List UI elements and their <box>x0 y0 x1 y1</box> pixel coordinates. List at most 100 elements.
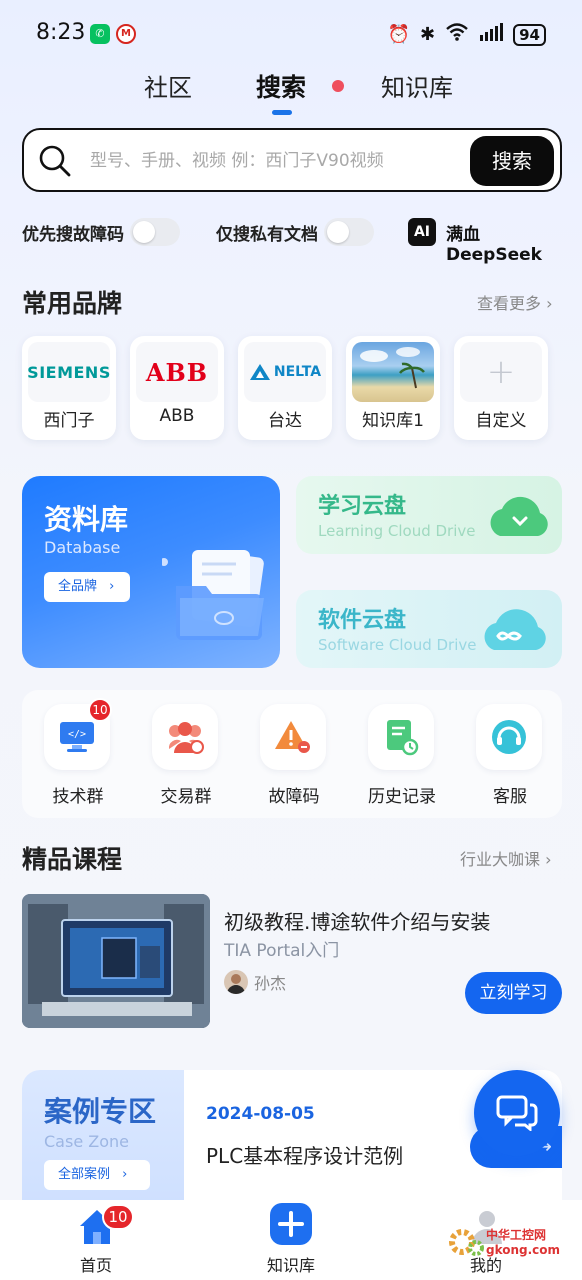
all-cases-label: 全部案例 <box>58 1167 111 1182</box>
fault-first-label: 优先搜故障码 <box>22 225 124 245</box>
brands-more-link[interactable]: 查看更多 › <box>477 290 553 314</box>
chevron-right-icon: › <box>546 294 553 313</box>
ai-icon[interactable]: AI <box>408 218 436 246</box>
nav-home[interactable]: 10 首页 <box>36 1200 156 1280</box>
all-brands-button[interactable]: 全品牌 › <box>44 572 130 602</box>
tool-label: 历史记录 <box>368 787 436 807</box>
brand-name: 西门子 <box>43 411 95 431</box>
top-tabs: 社区 搜索 知识库 <box>0 64 582 120</box>
database-title: 资料库 <box>44 503 129 536</box>
delta-logo: NELTA <box>244 342 326 402</box>
tab-knowledge-base[interactable]: 知识库 <box>381 68 453 103</box>
tool-label: 故障码 <box>268 787 320 807</box>
quick-tools: </> 10 技术群 交易群 故障码 历史记录 客服 <box>22 690 562 818</box>
database-card[interactable]: 资料库 Database 全品牌 › <box>22 476 280 668</box>
nav-knowledge-base-label: 知识库 <box>266 1256 315 1275</box>
chevron-right-icon: › <box>122 1167 128 1182</box>
search-button[interactable]: 搜索 <box>470 136 554 186</box>
learning-cloud-subtitle: Learning Cloud Drive <box>318 522 476 540</box>
delta-triangle-icon <box>249 364 270 380</box>
search-input[interactable] <box>90 144 400 178</box>
alarm-icon: ⏰ <box>387 24 411 45</box>
brands-title: 常用品牌 <box>22 289 123 318</box>
learn-now-button[interactable]: 立刻学习 <box>465 972 562 1014</box>
tab-search[interactable]: 搜索 <box>256 68 306 104</box>
nav-knowledge-base[interactable]: 知识库 <box>231 1200 351 1280</box>
bottom-nav: 10 首页 知识库 我的 中华工控网 gkong.com <box>0 1200 582 1280</box>
bank-icon: M <box>116 24 136 44</box>
green-cloud-icon <box>490 496 548 536</box>
case-zone-subtitle: Case Zone <box>44 1132 129 1151</box>
notification-dot <box>332 80 344 92</box>
deepseek-label[interactable]: 满血DeepSeek <box>446 220 562 265</box>
course-thumbnail[interactable] <box>22 894 210 1028</box>
courses-title: 精品课程 <box>22 845 123 874</box>
tool-fault-code[interactable]: 故障码 <box>246 704 342 808</box>
battery-icon: 94 <box>513 23 546 46</box>
learning-cloud-title: 学习云盘 <box>318 494 407 519</box>
case-title[interactable]: PLC基本程序设计范例 <box>206 1140 403 1169</box>
case-zone-banner: 案例专区 Case Zone 全部案例 › <box>22 1070 184 1202</box>
brand-card-knowledge-base-1[interactable]: 知识库1 <box>346 336 440 440</box>
database-subtitle: Database <box>44 538 121 557</box>
gkong-watermark: 中华工控网 gkong.com <box>446 1222 576 1262</box>
beach-image <box>352 342 434 402</box>
course-title[interactable]: 初级教程.博途软件介绍与安装 <box>224 906 490 935</box>
search-bar: 搜索 <box>22 128 562 192</box>
fault-first-toggle[interactable] <box>130 218 180 246</box>
brand-card-abb[interactable]: ABB ABB <box>130 336 224 440</box>
plus-icon <box>270 1203 312 1245</box>
tool-label: 技术群 <box>52 787 104 807</box>
search-options: 优先搜故障码 仅搜私有文档 AI 满血DeepSeek <box>22 214 562 265</box>
history-document-icon <box>368 704 434 770</box>
abb-logo: ABB <box>136 342 218 402</box>
signal-icon <box>479 23 504 46</box>
all-brands-label: 全品牌 <box>58 579 98 594</box>
learning-cloud-card[interactable]: 学习云盘 Learning Cloud Drive <box>296 476 562 554</box>
tech-group-badge: 10 <box>88 698 112 722</box>
tool-label: 交易群 <box>160 787 212 807</box>
private-only-toggle[interactable] <box>324 218 374 246</box>
case-date: 2024-08-05 <box>206 1104 315 1124</box>
siemens-logo: SIEMENS <box>28 342 110 402</box>
wechat-icon: ✆ <box>90 24 110 44</box>
software-cloud-subtitle: Software Cloud Drive <box>318 636 477 654</box>
nav-home-label: 首页 <box>79 1256 112 1275</box>
chevron-right-icon: › <box>109 579 115 594</box>
courses-more-link[interactable]: 行业大咖课 › <box>460 846 552 870</box>
tab-community[interactable]: 社区 <box>144 68 192 103</box>
brand-name: 台达 <box>268 411 302 431</box>
case-zone-title: 案例专区 <box>44 1095 157 1128</box>
headset-icon <box>476 704 542 770</box>
all-cases-button[interactable]: 全部案例 › <box>44 1160 150 1190</box>
wifi-icon <box>445 22 469 47</box>
private-only-label: 仅搜私有文档 <box>216 225 318 245</box>
search-icon <box>38 144 72 178</box>
add-icon: + <box>460 342 542 402</box>
brand-card-siemens[interactable]: SIEMENS 西门子 <box>22 336 116 440</box>
courses-more-label: 行业大咖课 <box>460 850 541 869</box>
tool-label: 客服 <box>493 787 527 807</box>
brands-more-label: 查看更多 <box>477 294 542 313</box>
tool-trade-group[interactable]: 交易群 <box>138 704 234 808</box>
status-time: 8:23 <box>36 20 86 45</box>
author-avatar <box>224 970 248 994</box>
software-cloud-title: 软件云盘 <box>318 608 407 633</box>
system-icons: ⏰ ✱ 94 <box>388 22 546 47</box>
brand-name: 自定义 <box>475 411 527 431</box>
brand-card-custom[interactable]: + 自定义 <box>454 336 548 440</box>
warning-triangle-icon <box>260 704 326 770</box>
tool-history[interactable]: 历史记录 <box>354 704 450 808</box>
folder-icon <box>162 550 264 640</box>
brand-name: ABB <box>159 406 195 426</box>
tool-customer-service[interactable]: 客服 <box>462 704 558 808</box>
brand-card-delta[interactable]: NELTA 台达 <box>238 336 332 440</box>
home-badge: 10 <box>102 1204 134 1230</box>
chevron-right-icon: › <box>545 850 552 869</box>
chat-bubble-icon <box>496 1095 538 1131</box>
software-cloud-card[interactable]: 软件云盘 Software Cloud Drive <box>296 590 562 668</box>
gear-icon <box>449 1229 484 1256</box>
tool-tech-group[interactable]: </> 10 技术群 <box>30 698 126 808</box>
chat-fab-button[interactable] <box>474 1070 560 1156</box>
brand-name: 知识库1 <box>362 411 424 431</box>
